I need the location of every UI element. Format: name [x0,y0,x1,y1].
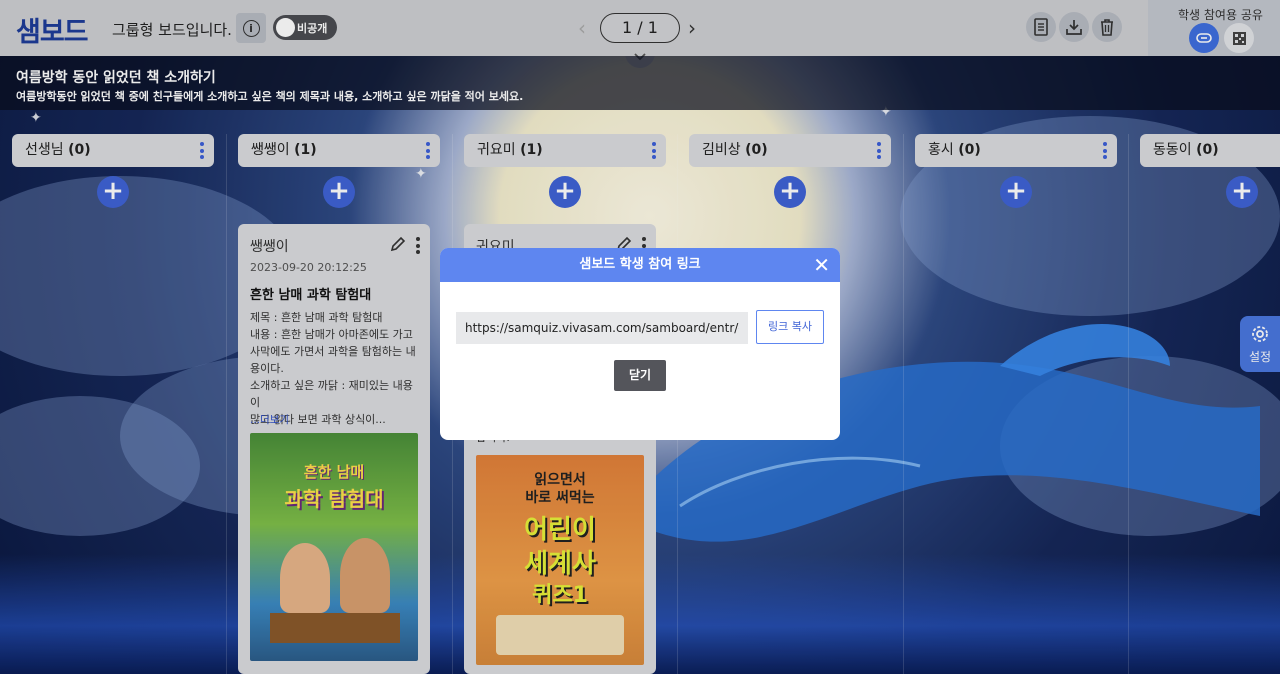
modal-title: 샘보드 학생 참여 링크 [579,257,701,272]
share-link-modal: 샘보드 학생 참여 링크 ✕ 링크 복사 닫기 [440,248,840,440]
modal-header: 샘보드 학생 참여 링크 ✕ [440,248,840,282]
copy-link-button[interactable]: 링크 복사 [756,310,824,344]
close-button[interactable]: 닫기 [614,360,666,391]
close-icon[interactable]: ✕ [813,248,830,282]
link-url-field[interactable] [456,312,748,344]
